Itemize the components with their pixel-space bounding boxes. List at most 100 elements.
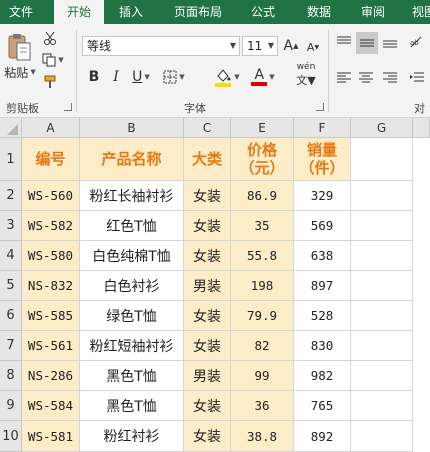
cell-product[interactable]: 白色纯棉T恤 (80, 241, 184, 271)
cell-id[interactable]: WS-582 (22, 211, 80, 241)
paste-button[interactable]: 粘贴 ▼ (4, 64, 36, 80)
column-header-e[interactable]: E (231, 118, 294, 138)
cell-category[interactable]: 男装 (184, 361, 231, 391)
cell-category[interactable]: 女装 (184, 331, 231, 361)
cell-price[interactable]: 86.9 (231, 181, 294, 211)
column-header-next[interactable] (413, 118, 430, 138)
cell-price[interactable]: 99 (231, 361, 294, 391)
header-cell-category[interactable]: 大类 (184, 138, 231, 181)
cell-category[interactable]: 女装 (184, 241, 231, 271)
cell-g[interactable] (351, 271, 413, 301)
cell-id[interactable]: NS-832 (22, 271, 80, 301)
cell-product[interactable]: 粉红短袖衬衫 (80, 331, 184, 361)
align-middle-icon[interactable] (356, 32, 378, 54)
tab-view[interactable]: 视图 (404, 0, 430, 24)
cell-g[interactable] (351, 421, 413, 452)
paste-icon[interactable] (4, 32, 34, 62)
cell-product[interactable]: 白色衬衫 (80, 271, 184, 301)
cell-id[interactable]: WS-580 (22, 241, 80, 271)
cell-id[interactable]: WS-584 (22, 391, 80, 421)
column-header-g[interactable]: G (351, 118, 413, 138)
cell-id[interactable]: WS-585 (22, 301, 80, 331)
phonetic-guide-button[interactable]: wén 文▼ (290, 62, 322, 88)
orientation-icon[interactable]: ab (404, 32, 430, 52)
underline-button[interactable]: U ▼ (128, 68, 154, 86)
cell-sales[interactable]: 765 (294, 391, 351, 421)
cell-sales[interactable]: 329 (294, 181, 351, 211)
cell-price[interactable]: 35 (231, 211, 294, 241)
italic-button[interactable]: I (108, 68, 124, 86)
cell-category[interactable]: 女装 (184, 181, 231, 211)
cell-price[interactable]: 36 (231, 391, 294, 421)
align-top-icon[interactable] (334, 32, 354, 52)
cell-g[interactable] (351, 211, 413, 241)
row-header-9[interactable]: 9 (0, 391, 22, 421)
cell-product[interactable]: 粉红衬衫 (80, 421, 184, 452)
cell-id[interactable]: NS-286 (22, 361, 80, 391)
cell-product[interactable]: 红色T恤 (80, 211, 184, 241)
cut-icon[interactable] (42, 30, 58, 46)
cell-sales[interactable]: 830 (294, 331, 351, 361)
cell-price[interactable]: 55.8 (231, 241, 294, 271)
align-right-icon[interactable] (380, 68, 400, 88)
cell-g[interactable] (351, 181, 413, 211)
cell-g[interactable] (351, 361, 413, 391)
cell-price[interactable]: 79.9 (231, 301, 294, 331)
font-color-icon[interactable]: A ▼ (248, 66, 278, 88)
row-header-10[interactable]: 10 (0, 421, 22, 452)
align-center-icon[interactable] (356, 68, 376, 88)
cell-id[interactable]: WS-581 (22, 421, 80, 452)
font-size-combo[interactable]: 11 ▼ (242, 36, 278, 56)
bold-button[interactable]: B (86, 68, 102, 86)
cell-g1[interactable] (351, 138, 413, 181)
tab-file[interactable]: 文件 (0, 0, 42, 24)
align-left-icon[interactable] (334, 68, 354, 88)
row-header-7[interactable]: 7 (0, 331, 22, 361)
fill-color-icon[interactable]: ▼ (212, 66, 242, 88)
shrink-font-button[interactable]: A ▼ (306, 40, 320, 54)
cell-sales[interactable]: 528 (294, 301, 351, 331)
tab-home[interactable]: 开始 (54, 0, 104, 26)
column-header-b[interactable]: B (80, 118, 184, 138)
cell-g[interactable] (351, 241, 413, 271)
column-header-a[interactable]: A (22, 118, 80, 138)
tab-page-layout[interactable]: 页面布局 (164, 0, 232, 24)
cell-price[interactable]: 38.8 (231, 421, 294, 452)
row-header-2[interactable]: 2 (0, 181, 22, 211)
column-header-c[interactable]: C (184, 118, 231, 138)
cell-g[interactable] (351, 301, 413, 331)
cell-product[interactable]: 黑色T恤 (80, 391, 184, 421)
row-header-6[interactable]: 6 (0, 301, 22, 331)
row-header-4[interactable]: 4 (0, 241, 22, 271)
clipboard-launcher-icon[interactable] (64, 103, 72, 111)
cell-g[interactable] (351, 391, 413, 421)
tab-review[interactable]: 审阅 (350, 0, 396, 24)
cell-category[interactable]: 女装 (184, 391, 231, 421)
font-launcher-icon[interactable] (316, 103, 324, 111)
cell-g[interactable] (351, 331, 413, 361)
format-painter-icon[interactable] (42, 74, 58, 90)
column-header-f[interactable]: F (294, 118, 351, 138)
cell-category[interactable]: 男装 (184, 271, 231, 301)
cell-sales[interactable]: 638 (294, 241, 351, 271)
select-all-corner[interactable] (0, 118, 22, 138)
cell-sales[interactable]: 569 (294, 211, 351, 241)
header-cell-sales[interactable]: 销量 （件） (294, 138, 351, 181)
indent-icon[interactable] (404, 68, 430, 88)
header-cell-price[interactable]: 价格 （元） (231, 138, 294, 181)
cell-sales[interactable]: 897 (294, 271, 351, 301)
cell-id[interactable]: WS-561 (22, 331, 80, 361)
row-header-5[interactable]: 5 (0, 271, 22, 301)
cell-product[interactable]: 绿色T恤 (80, 301, 184, 331)
row-header-8[interactable]: 8 (0, 361, 22, 391)
row-header-1[interactable]: 1 (0, 138, 22, 181)
header-cell-product[interactable]: 产品名称 (80, 138, 184, 181)
row-header-3[interactable]: 3 (0, 211, 22, 241)
cell-product[interactable]: 粉红长袖衬衫 (80, 181, 184, 211)
grow-font-button[interactable]: A ▲ (284, 38, 299, 54)
font-name-combo[interactable]: 等线 ▼ (82, 36, 240, 56)
header-cell-id[interactable]: 编号 (22, 138, 80, 181)
cell-id[interactable]: WS-560 (22, 181, 80, 211)
align-bottom-icon[interactable] (380, 32, 400, 52)
borders-icon[interactable]: ▼ (160, 68, 188, 86)
